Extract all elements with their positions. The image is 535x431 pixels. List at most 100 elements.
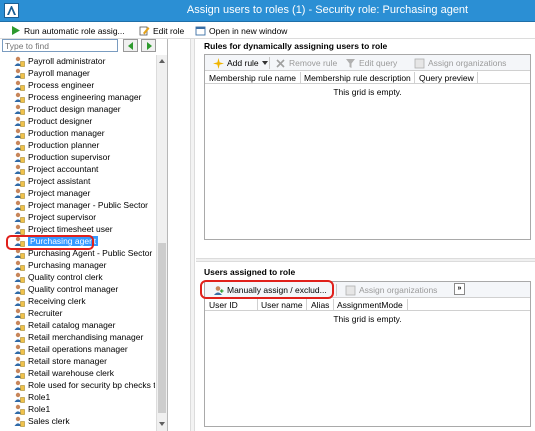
role-label: Recruiter <box>28 308 63 318</box>
role-list-item[interactable]: Retail catalog manager <box>14 319 115 331</box>
column-header[interactable]: Membership rule description <box>304 73 411 83</box>
previous-button[interactable] <box>123 39 138 52</box>
arrow-right-icon <box>147 42 152 50</box>
security-role-icon <box>14 212 25 223</box>
role-list-item[interactable]: Role used for security bp checks tes <box>14 379 155 391</box>
scroll-up-icon[interactable] <box>157 56 167 66</box>
role-label: Retail catalog manager <box>28 320 116 330</box>
edit-role-label: Edit role <box>153 25 185 36</box>
open-in-new-window-button[interactable]: Open in new window <box>195 24 287 37</box>
role-list-item[interactable]: Project manager - Public Sector <box>14 199 148 211</box>
toolbar-separator <box>336 284 337 296</box>
assign-organizations-button[interactable]: Assign organizations <box>414 57 506 69</box>
column-header[interactable]: AssignmentMode <box>337 300 403 310</box>
selected-role-annotation <box>6 235 94 250</box>
column-header[interactable]: User ID <box>209 300 238 310</box>
role-list-item[interactable]: Product designer <box>14 115 92 127</box>
assign-organizations-label: Assign organizations <box>428 58 507 68</box>
security-role-icon <box>14 188 25 199</box>
role-label: Purchasing manager <box>28 260 107 270</box>
scroll-down-icon[interactable] <box>157 419 167 429</box>
role-label: Receiving clerk <box>28 296 86 306</box>
role-list-item[interactable]: Retail store manager <box>14 355 107 367</box>
role-list-item[interactable]: Production planner <box>14 139 99 151</box>
role-label: Role used for security bp checks tes <box>28 380 155 390</box>
security-role-icon <box>14 296 25 307</box>
security-role-icon <box>14 80 25 91</box>
column-separator <box>306 299 307 311</box>
role-list-item[interactable]: Quality control manager <box>14 283 118 295</box>
security-role-icon <box>14 260 25 271</box>
edit-role-icon <box>139 25 150 36</box>
role-list-panel: Payroll administrator Payroll manager Proc… <box>0 39 168 431</box>
role-list-item[interactable]: Production supervisor <box>14 151 110 163</box>
open-in-new-window-label: Open in new window <box>209 25 288 36</box>
role-list-item[interactable]: Retail operations manager <box>14 343 128 355</box>
arrow-left-icon <box>128 42 133 50</box>
security-role-icon <box>14 104 25 115</box>
remove-rule-button[interactable]: Remove rule <box>275 57 337 69</box>
role-label: Retail warehouse clerk <box>28 368 114 378</box>
role-list-item[interactable]: Recruiter <box>14 307 62 319</box>
edit-query-button[interactable]: Edit query <box>345 57 397 69</box>
assign-organizations-button[interactable]: Assign organizations <box>345 284 437 296</box>
column-separator <box>300 72 301 84</box>
column-header[interactable]: Membership rule name <box>209 73 296 83</box>
security-role-icon <box>14 380 25 391</box>
security-role-icon <box>14 404 25 415</box>
add-rule-button[interactable]: Add rule <box>213 57 268 69</box>
scroll-thumb[interactable] <box>158 243 166 413</box>
role-list-item[interactable]: Project timesheet user <box>14 223 113 235</box>
role-list-item[interactable]: Product design manager <box>14 103 121 115</box>
remove-rule-label: Remove rule <box>289 58 338 68</box>
role-list-item[interactable]: Sales clerk <box>14 415 70 427</box>
users-grid-header: User ID User name Alias AssignmentMode <box>205 299 530 311</box>
role-list-item[interactable]: Project assistant <box>14 175 90 187</box>
role-list-item[interactable]: Quality control clerk <box>14 271 103 283</box>
role-list-item[interactable]: Process engineering manager <box>14 91 141 103</box>
security-role-icon <box>14 128 25 139</box>
role-list-item[interactable]: Project supervisor <box>14 211 96 223</box>
role-list-item[interactable]: Payroll administrator <box>14 55 105 67</box>
role-list-item[interactable]: Production manager <box>14 127 105 139</box>
role-list-item[interactable]: Project manager <box>14 187 90 199</box>
role-list-item[interactable]: Process engineer <box>14 79 94 91</box>
role-list-item[interactable]: Payroll manager <box>14 67 90 79</box>
edit-role-button[interactable]: Edit role <box>139 24 184 37</box>
security-role-icon <box>14 56 25 67</box>
rules-grid: Add rule Remove rule Edit query Assign o… <box>204 54 531 240</box>
role-label: Project supervisor <box>28 212 97 222</box>
organization-icon <box>345 285 356 296</box>
next-button[interactable] <box>141 39 156 52</box>
role-label: Payroll manager <box>28 68 90 78</box>
window-title: Assign users to roles (1) - Security rol… <box>186 4 469 16</box>
security-role-icon <box>14 284 25 295</box>
role-list-item[interactable]: Receiving clerk <box>14 295 86 307</box>
column-header[interactable]: Alias <box>311 300 329 310</box>
security-role-icon <box>14 356 25 367</box>
role-list-item[interactable]: Purchasing manager <box>14 259 106 271</box>
vertical-splitter[interactable] <box>190 39 195 431</box>
role-label: Role1 <box>28 404 51 414</box>
role-list-item[interactable]: Project accountant <box>14 163 98 175</box>
role-label: Project accountant <box>28 164 99 174</box>
role-list-item[interactable]: Role1 <box>14 391 50 403</box>
security-role-icon <box>14 368 25 379</box>
role-label: Project assistant <box>28 176 91 186</box>
column-separator <box>477 72 478 84</box>
role-label: Project timesheet user <box>28 224 113 234</box>
role-list-scrollbar[interactable] <box>156 55 167 431</box>
more-actions-button[interactable]: » <box>454 283 465 295</box>
column-header[interactable]: Query preview <box>419 73 474 83</box>
role-list-item[interactable]: Retail warehouse clerk <box>14 367 114 379</box>
role-list-item[interactable]: Retail merchandising manager <box>14 331 143 343</box>
security-role-icon <box>14 152 25 163</box>
role-label: Retail operations manager <box>28 344 128 354</box>
role-label: Role1 <box>28 392 51 402</box>
run-automatic-role-assignment-button[interactable]: Run automatic role assig... <box>10 24 125 37</box>
horizontal-splitter[interactable] <box>196 258 535 262</box>
find-input[interactable] <box>2 39 118 52</box>
role-list-item[interactable]: Role1 <box>14 403 50 415</box>
manual-assign-annotation <box>200 280 334 299</box>
column-header[interactable]: User name <box>261 300 303 310</box>
